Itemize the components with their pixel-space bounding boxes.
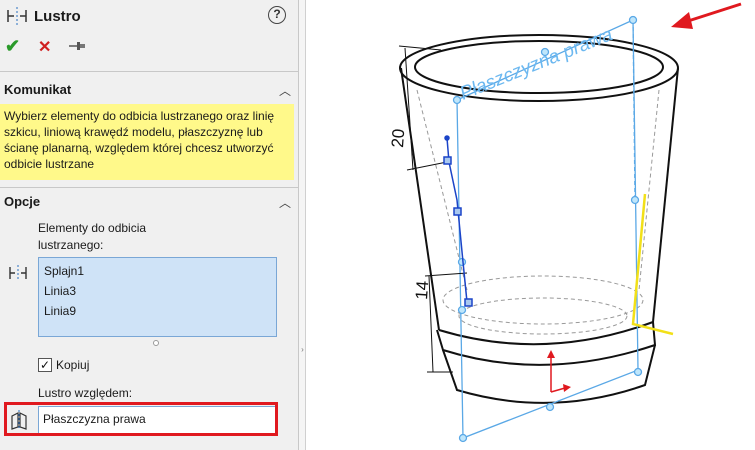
list-item[interactable]: Linia9 <box>44 301 271 321</box>
copy-label[interactable]: Kopiuj <box>56 358 89 372</box>
message-heading[interactable]: Komunikat <box>4 82 71 97</box>
message-text: Wybierz elementy do odbicia lustrzanego … <box>4 109 275 171</box>
callout-arrow <box>671 2 742 29</box>
pushpin-icon[interactable] <box>68 39 86 53</box>
list-item[interactable]: Splajn1 <box>44 261 271 281</box>
cancel-button[interactable]: ✕ <box>38 37 51 57</box>
copy-checkbox[interactable]: ✓ <box>38 358 52 372</box>
panel-title: Lustro <box>34 8 81 25</box>
title-row: Lustro ? <box>0 0 299 34</box>
mirror-entities-icon <box>7 7 27 25</box>
entities-listbox[interactable]: Splajn1 Linia3 Linia9 <box>38 257 277 337</box>
divider <box>0 71 299 72</box>
dimension-top-value: 20 <box>388 128 408 148</box>
message-box: Wybierz elementy do odbicia lustrzanego … <box>0 104 294 180</box>
options-heading[interactable]: Opcje <box>4 194 40 209</box>
list-item[interactable]: Linia3 <box>44 281 271 301</box>
mirror-entities-icon <box>9 265 27 281</box>
divider <box>0 187 299 188</box>
dimension-bottom-value: 14 <box>412 280 432 300</box>
mirror-plane-icon <box>11 410 27 430</box>
mirror-about-field[interactable]: Płaszczyzna prawa <box>38 406 277 436</box>
property-manager-panel: Lustro ? ✔ ✕ Komunikat ︿ Wybierz element… <box>0 0 299 450</box>
collapse-options-icon[interactable]: ︿ <box>279 194 291 211</box>
action-row: ✔ ✕ <box>0 36 299 58</box>
splitter-handle-icon[interactable]: › <box>299 340 306 360</box>
origin-triad <box>547 350 571 393</box>
graphics-viewport[interactable]: Płaszczyzna prawa 20 14 <box>307 0 755 450</box>
help-icon[interactable]: ? <box>268 6 286 24</box>
panel-splitter[interactable] <box>299 0 306 450</box>
mirror-about-label: Lustro względem: <box>38 386 133 400</box>
collapse-message-icon[interactable]: ︿ <box>279 82 291 99</box>
entities-label: Elementy do odbicia lustrzanego: <box>38 221 147 252</box>
ok-button[interactable]: ✔ <box>5 36 20 57</box>
listbox-resize-handle[interactable] <box>153 340 159 346</box>
